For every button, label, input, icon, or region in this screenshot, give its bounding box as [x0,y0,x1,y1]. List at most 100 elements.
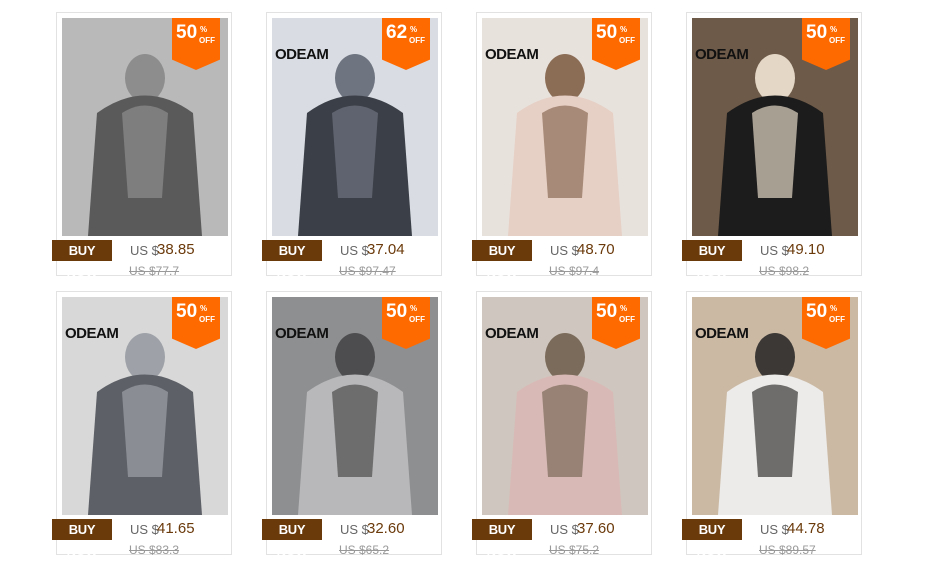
model-head [755,333,795,381]
discount-percent: 50 [806,301,828,322]
coat-collar [122,384,168,477]
buy-now-button[interactable]: BUY NOW [682,519,742,558]
discount-badge: 50 % OFF [172,18,220,70]
currency-label: US $ [130,243,159,258]
discount-percent: 50 [176,22,198,43]
buy-now-button[interactable]: BUY NOW [262,519,322,558]
coat-collar [122,105,168,198]
sale-price: 49.10 [787,241,825,258]
percent-sign: % [410,25,418,34]
brand-logo: ODEAM [695,325,749,342]
product-card[interactable]: 50 % OFF BUY NOW US $ 38.85 US $77.7 [52,12,232,279]
model-head [335,333,375,381]
off-label: OFF [829,36,845,45]
percent-sign: % [830,304,838,313]
discount-badge: 50 % OFF [172,297,220,349]
discount-percent: 62 [386,22,408,43]
product-image[interactable]: ODEAM 50 % OFF [272,297,438,515]
coat-collar [752,105,798,198]
sale-price: 32.60 [367,520,405,537]
brand-logo: ODEAM [275,46,329,63]
coat-collar [332,384,378,477]
currency-label: US $ [550,243,579,258]
original-price: US $98.2 [759,264,810,278]
currency-label: US $ [340,243,369,258]
coat-collar [752,384,798,477]
brand-logo: ODEAM [485,46,539,63]
discount-percent: 50 [806,22,828,43]
buy-now-button[interactable]: BUY NOW [52,519,112,558]
product-card[interactable]: ODEAM 50 % OFF BUY NOW US $ 32.60 US $65… [262,291,442,558]
product-card[interactable]: ODEAM 50 % OFF BUY NOW US $ 44.78 US $89… [682,291,862,558]
buy-now-button[interactable]: BUY NOW [682,240,742,279]
discount-badge: 50 % OFF [592,297,640,349]
discount-badge: 50 % OFF [802,297,850,349]
model-head [125,333,165,381]
percent-sign: % [200,304,208,313]
sale-price: 38.85 [157,241,195,258]
product-image[interactable]: ODEAM 62 % OFF [272,18,438,236]
model-head [125,54,165,102]
product-card[interactable]: ODEAM 50 % OFF BUY NOW US $ 49.10 US $98… [682,12,862,279]
product-image[interactable]: 50 % OFF [62,18,228,236]
currency-label: US $ [760,522,789,537]
discount-badge: 62 % OFF [382,18,430,70]
sale-price: 48.70 [577,241,615,258]
discount-badge: 50 % OFF [592,18,640,70]
percent-sign: % [620,25,628,34]
discount-percent: 50 [176,301,198,322]
original-price: US $97.47 [339,264,396,278]
off-label: OFF [619,315,635,324]
product-image[interactable]: ODEAM 50 % OFF [692,297,858,515]
original-price: US $89.57 [759,543,816,557]
currency-label: US $ [760,243,789,258]
product-card[interactable]: ODEAM 50 % OFF BUY NOW US $ 37.60 US $75… [472,291,652,558]
coat-collar [542,384,588,477]
product-image[interactable]: ODEAM 50 % OFF [482,18,648,236]
coat-collar [332,105,378,198]
percent-sign: % [830,25,838,34]
discount-percent: 50 [596,22,618,43]
product-card[interactable]: ODEAM 62 % OFF BUY NOW US $ 37.04 US $97… [262,12,442,279]
original-price: US $77.7 [129,264,180,278]
brand-logo: ODEAM [65,325,119,342]
off-label: OFF [829,315,845,324]
product-card[interactable]: ODEAM 50 % OFF BUY NOW US $ 48.70 US $97… [472,12,652,279]
brand-logo: ODEAM [275,325,329,342]
discount-badge: 50 % OFF [802,18,850,70]
buy-now-button[interactable]: BUY NOW [472,519,532,558]
percent-sign: % [410,304,418,313]
model-head [545,54,585,102]
sale-price: 37.04 [367,241,405,258]
buy-now-button[interactable]: BUY NOW [262,240,322,279]
sale-price: 41.65 [157,520,195,537]
brand-logo: ODEAM [695,46,749,63]
sale-price: 44.78 [787,520,825,537]
brand-logo: ODEAM [485,325,539,342]
original-price: US $65.2 [339,543,390,557]
product-image[interactable]: ODEAM 50 % OFF [692,18,858,236]
sale-price: 37.60 [577,520,615,537]
off-label: OFF [619,36,635,45]
product-card[interactable]: ODEAM 50 % OFF BUY NOW US $ 41.65 US $83… [52,291,232,558]
percent-sign: % [620,304,628,313]
original-price: US $75.2 [549,543,600,557]
model-head [545,333,585,381]
off-label: OFF [199,315,215,324]
discount-percent: 50 [596,301,618,322]
off-label: OFF [409,315,425,324]
model-head [335,54,375,102]
buy-now-button[interactable]: BUY NOW [472,240,532,279]
discount-badge: 50 % OFF [382,297,430,349]
coat-collar [542,105,588,198]
product-image[interactable]: ODEAM 50 % OFF [62,297,228,515]
currency-label: US $ [550,522,579,537]
currency-label: US $ [340,522,369,537]
off-label: OFF [409,36,425,45]
product-image[interactable]: ODEAM 50 % OFF [482,297,648,515]
model-head [755,54,795,102]
original-price: US $83.3 [129,543,180,557]
off-label: OFF [199,36,215,45]
original-price: US $97.4 [549,264,600,278]
buy-now-button[interactable]: BUY NOW [52,240,112,279]
